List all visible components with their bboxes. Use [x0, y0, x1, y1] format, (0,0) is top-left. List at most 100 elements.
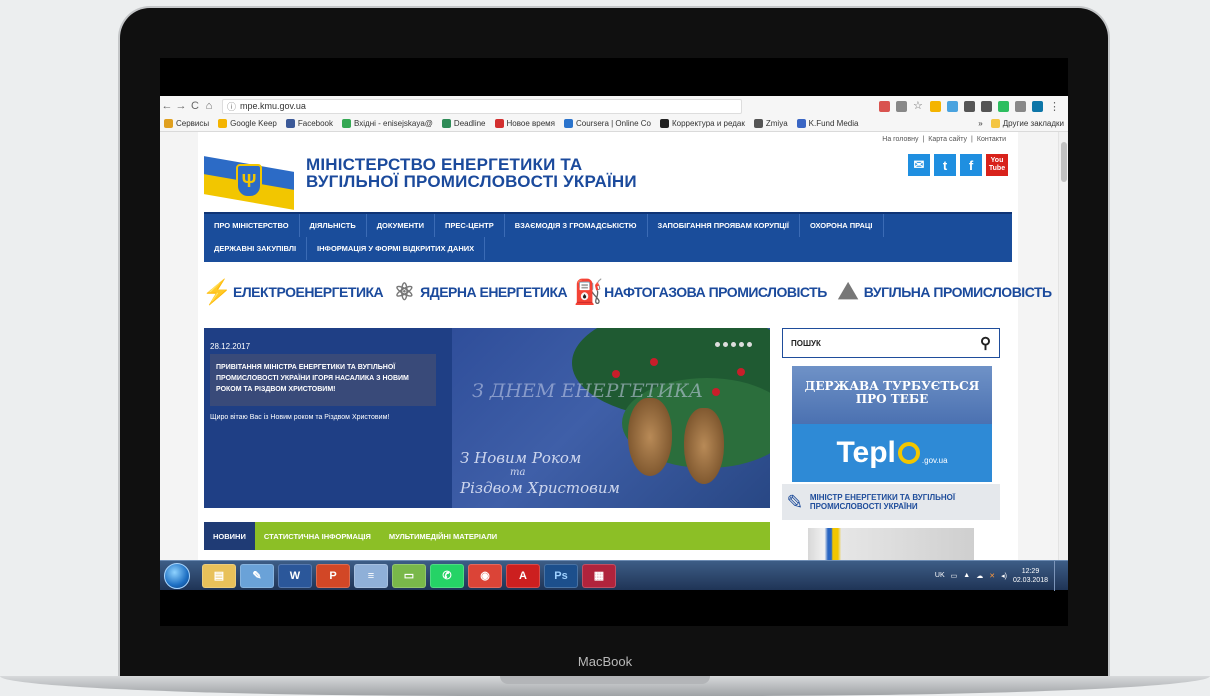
slider-dot[interactable] — [715, 342, 720, 347]
nav-item[interactable]: ДОКУМЕНТИ — [367, 214, 435, 237]
bookmark-item[interactable]: K.Fund Media — [796, 119, 858, 128]
bookmark-icon — [218, 119, 228, 128]
translate-icon[interactable] — [879, 100, 890, 112]
tab-icon[interactable] — [1015, 100, 1026, 112]
bookmark-item[interactable]: Deadline — [441, 119, 486, 128]
slider-dot[interactable] — [739, 342, 744, 347]
content-tab[interactable]: НОВИНИ — [204, 522, 255, 550]
site-title[interactable]: МІНІСТЕРСТВО ЕНЕРГЕТИКИ ТА ВУГІЛЬНОЇ ПРО… — [306, 156, 637, 190]
sector-link[interactable]: ⛰ ВУГІЛЬНА ПРОМИСЛОВІСТЬ — [835, 275, 1052, 309]
back-button[interactable]: ← — [160, 100, 174, 112]
explorer-app-icon[interactable]: ▤ — [202, 563, 236, 588]
top-link-home[interactable]: На головну — [882, 136, 918, 143]
teplo-banner[interactable]: Tepl .gov.ua — [792, 424, 992, 482]
slide-caption[interactable]: ПРИВІТАННЯ МІНІСТРА ЕНЕРГЕТИКИ ТА ВУГІЛЬ… — [210, 354, 436, 406]
network-icon[interactable]: ✕ — [989, 572, 995, 580]
state-cares-banner[interactable]: ДЕРЖАВА ТУРБУЄТЬСЯ ПРО ТЕБЕ — [792, 366, 992, 424]
show-desktop-button[interactable] — [1054, 560, 1062, 591]
search-input[interactable]: ПОШУК — [791, 339, 821, 348]
facebook-icon[interactable]: f — [960, 154, 982, 176]
nav-item[interactable]: ЗАПОБІГАННЯ ПРОЯВАМ КОРУПЦІЇ — [648, 214, 800, 237]
bookmarks-overflow-button[interactable]: » — [978, 119, 982, 128]
menu-icon[interactable]: ⋮ — [1049, 100, 1060, 113]
minister-block[interactable]: ✎ МІНІСТР ЕНЕРГЕТИКИ ТА ВУГІЛЬНОЇ ПРОМИС… — [782, 484, 1000, 520]
notepad-app-icon[interactable]: ≡ — [354, 563, 388, 588]
search-icon[interactable]: ⚲ — [980, 334, 991, 352]
powerpoint-app-icon[interactable]: P — [316, 563, 350, 588]
home-button[interactable]: ⌂ — [202, 100, 216, 112]
bookmark-item[interactable]: Вхідні - enisejskaya@ — [342, 119, 433, 128]
nav-item[interactable]: ВЗАЄМОДІЯ З ГРОМАДСЬКІСТЮ — [505, 214, 648, 237]
volume-icon[interactable]: ◂) — [1001, 572, 1007, 580]
photoshop-app-icon[interactable]: Ps — [544, 563, 578, 588]
slider-dot[interactable] — [723, 342, 728, 347]
bookmark-item[interactable]: Zmiya — [753, 119, 788, 128]
linkedin-icon[interactable] — [1032, 100, 1043, 112]
cloud-icon[interactable] — [947, 100, 958, 112]
bookmark-label: Deadline — [453, 119, 486, 128]
bookmark-icon — [164, 119, 173, 128]
nav-item[interactable]: ПРЕС-ЦЕНТР — [435, 214, 505, 237]
bookmark-item[interactable]: Корректура и редак — [660, 119, 745, 128]
keyboard-icon[interactable]: ▭ — [951, 572, 958, 580]
slide-image[interactable]: З ДНЕМ ЕНЕРГЕТИКА З Новим Роком та Різдв… — [452, 328, 770, 508]
slider-dot[interactable] — [731, 342, 736, 347]
site-logo[interactable]: Ψ — [204, 154, 294, 212]
nav-item[interactable]: ОХОРОНА ПРАЦІ — [800, 214, 884, 237]
bookmark-item[interactable]: Coursera | Online Co — [564, 119, 651, 128]
pocket-icon[interactable] — [981, 100, 992, 112]
bookmark-icon — [660, 119, 669, 128]
evernote-icon[interactable] — [998, 100, 1009, 112]
flag-app-app-icon[interactable]: ▦ — [582, 563, 616, 588]
sector-link[interactable]: ⛽ НАФТОГАЗОВА ПРОМИСЛОВІСТЬ — [573, 275, 827, 309]
reader-icon[interactable] — [896, 100, 907, 112]
page-viewport[interactable]: На головну | Карта сайту | Контакти Ψ МІНІСТ… — [160, 132, 1068, 560]
minister-photo[interactable] — [808, 528, 974, 560]
nav-item[interactable]: ПРО МІНІСТЕРСТВО — [204, 214, 300, 237]
folder-app-icon[interactable]: ▭ — [392, 563, 426, 588]
word-app-icon[interactable]: W — [278, 563, 312, 588]
top-link-contacts[interactable]: Контакти — [977, 136, 1006, 143]
extension-icon[interactable] — [930, 100, 941, 112]
star-icon[interactable]: ☆ — [913, 100, 924, 112]
mail-icon[interactable]: ✉ — [908, 154, 930, 176]
sector-label: ЕЛЕКТРОЕНЕРГЕТИКА — [233, 284, 384, 300]
content-tab[interactable]: СТАТИСТИЧНА ІНФОРМАЦІЯ — [255, 522, 380, 550]
scrollbar-thumb[interactable] — [1061, 142, 1067, 182]
whatsapp-app-icon[interactable]: ✆ — [430, 563, 464, 588]
bookmark-item[interactable]: Google Keep — [218, 119, 277, 128]
nav-item[interactable]: ІНФОРМАЦІЯ У ФОРМІ ВІДКРИТИХ ДАНИХ — [307, 237, 486, 260]
nav-item[interactable]: ДІЯЛЬНІСТЬ — [300, 214, 367, 237]
other-bookmarks[interactable]: Другие закладки — [990, 119, 1064, 128]
teplo-domain: .gov.ua — [921, 455, 948, 465]
clock[interactable]: 12:29 02.03.2018 — [1013, 567, 1048, 585]
nav-item[interactable]: ДЕРЖАВНІ ЗАКУПІВЛІ — [204, 237, 308, 260]
language-indicator[interactable]: UK — [935, 572, 945, 579]
search-box[interactable]: ПОШУК ⚲ — [782, 328, 1000, 358]
reload-button[interactable]: C — [188, 100, 202, 112]
paint-app-icon[interactable]: ✎ — [240, 563, 274, 588]
start-button[interactable] — [164, 562, 190, 589]
slider-dot[interactable] — [747, 342, 752, 347]
twitter-icon[interactable]: t — [934, 154, 956, 176]
chrome-app-icon[interactable]: ◉ — [468, 563, 502, 588]
sector-link[interactable]: ⚡ ЕЛЕКТРОЕНЕРГЕТИКА — [202, 275, 384, 309]
url-field[interactable]: ⓘ mpe.kmu.gov.ua — [222, 98, 742, 114]
page-scrollbar[interactable] — [1058, 132, 1068, 560]
bookmark-item[interactable]: Facebook — [285, 119, 333, 128]
news-slider[interactable]: 28.12.2017 ПРИВІТАННЯ МІНІСТРА ЕНЕРГЕТИК… — [204, 328, 770, 508]
content-tab[interactable]: МУЛЬТИМЕДІЙНІ МАТЕРІАЛИ — [380, 522, 506, 550]
bookmark-item[interactable]: Новое время — [494, 119, 555, 128]
cloud-icon[interactable]: ☁ — [976, 572, 983, 580]
berry — [712, 388, 720, 396]
bookmark-icon — [796, 119, 806, 128]
camera-icon[interactable] — [964, 100, 975, 112]
url-text: mpe.kmu.gov.ua — [240, 101, 306, 111]
bookmark-item[interactable]: Сервисы — [164, 119, 209, 128]
acrobat-app-icon[interactable]: A — [506, 563, 540, 588]
top-link-sitemap[interactable]: Карта сайту — [928, 136, 967, 143]
tray-arrow-icon[interactable]: ▲ — [963, 572, 970, 579]
youtube-icon[interactable]: You Tube — [986, 154, 1008, 176]
sector-link[interactable]: ⚛ ЯДЕРНА ЕНЕРГЕТИКА — [391, 275, 568, 309]
forward-button[interactable]: → — [174, 100, 188, 112]
